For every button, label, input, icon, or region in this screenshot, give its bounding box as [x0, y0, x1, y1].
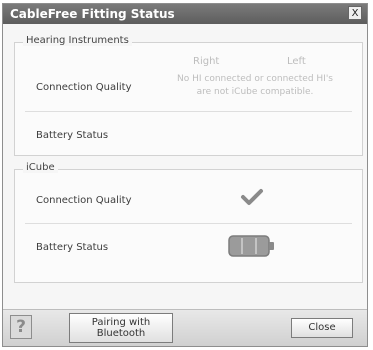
help-button[interactable]: ? — [10, 315, 32, 339]
no-hi-connected-message: No HI connected or connected HI's are no… — [165, 73, 345, 99]
hi-connection-quality-label: Connection Quality — [36, 82, 132, 93]
checkmark-icon — [240, 187, 264, 207]
icube-group: iCube Connection Quality Battery Status — [14, 162, 363, 283]
hearing-instruments-group: Hearing Instruments Right Left Connectio… — [14, 35, 363, 156]
status-dialog: CableFree Fitting Status X Hearing Instr… — [2, 3, 368, 347]
close-button[interactable]: Close — [291, 318, 353, 338]
icube-connection-quality-label: Connection Quality — [36, 195, 132, 206]
pairing-line-2: Bluetooth — [96, 328, 146, 339]
left-column-header: Left — [287, 56, 306, 67]
battery-icon — [228, 234, 276, 258]
message-line-2: are not iCube compatible. — [196, 87, 314, 97]
dialog-footer: ? Pairing with Bluetooth Close — [3, 309, 367, 346]
hi-battery-status-label: Battery Status — [36, 130, 109, 141]
pairing-line-1: Pairing with — [91, 317, 151, 328]
window-close-button[interactable]: X — [348, 6, 362, 20]
icube-title: iCube — [23, 162, 58, 173]
title-bar: CableFree Fitting Status X — [3, 4, 367, 24]
right-column-header: Right — [193, 56, 220, 67]
icube-battery-status-label: Battery Status — [36, 242, 109, 253]
window-title: CableFree Fitting Status — [10, 7, 175, 21]
icube-divider — [25, 223, 352, 224]
pairing-bluetooth-button[interactable]: Pairing with Bluetooth — [69, 313, 173, 343]
hi-divider — [25, 111, 352, 112]
message-line-1: No HI connected or connected HI's — [176, 74, 333, 84]
hearing-instruments-title: Hearing Instruments — [23, 35, 132, 46]
